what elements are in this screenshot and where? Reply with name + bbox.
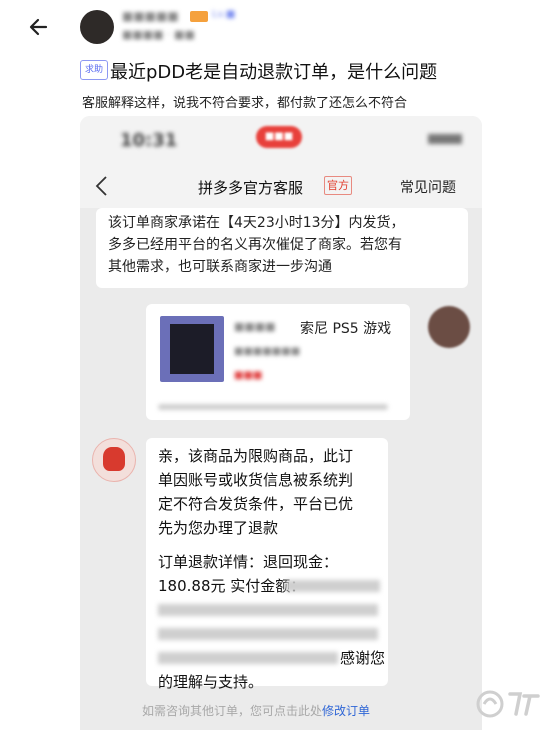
modify-order-link[interactable]: 修改订单 bbox=[322, 704, 370, 718]
user-avatar bbox=[428, 306, 470, 348]
product-image bbox=[160, 316, 224, 382]
back-arrow-icon[interactable] bbox=[24, 12, 54, 42]
reply-line: 定不符合发货条件，平台已优 bbox=[158, 495, 354, 513]
jiuyou-logo-icon bbox=[476, 684, 546, 724]
notice-bubble: 该订单商家承诺在【4天23小时13分】内发货， 多多已经用平台的名义再次催促了商… bbox=[96, 208, 468, 288]
reply-line: 单因账号或收货信息被系统判 bbox=[158, 471, 354, 489]
reply-line: 180.88元 实付金额： bbox=[158, 577, 306, 595]
reply-bubble: 亲，该商品为限购商品，此订 单因账号或收货信息被系统判 定不符合发货条件，平台已… bbox=[146, 438, 388, 691]
notice-line: 多多已经用平台的名义再次催促了商家。若您有 bbox=[108, 237, 402, 253]
notice-line: 该订单商家承诺在【4天23小时13分】内发货， bbox=[108, 215, 405, 231]
footer-hint: 如需咨询其他订单，您可点击此处修改订单 bbox=[142, 702, 370, 719]
product-store-name: ■■■■ bbox=[234, 320, 276, 333]
faq-link[interactable]: 常见问题 bbox=[400, 177, 456, 197]
product-order-info bbox=[154, 398, 404, 416]
reply-line: 先为您办理了退款 bbox=[158, 519, 279, 537]
reply-line: 的理解与支持。 bbox=[158, 673, 264, 691]
author-level: Lv.■ bbox=[212, 9, 236, 20]
status-time: 10:31 bbox=[120, 130, 178, 151]
notice-line: 其他需求，也可联系商家进一步沟通 bbox=[108, 259, 332, 275]
redacted-block bbox=[158, 628, 378, 640]
chat-screenshot: 10:31 ■■■ 拼多多官方客服 官方 常见问题 该订单商家承诺在【4天23小… bbox=[80, 116, 482, 730]
redacted-block bbox=[158, 604, 378, 616]
product-spec: ■■■■■■■ bbox=[234, 346, 301, 357]
chevron-left-icon[interactable] bbox=[92, 174, 112, 198]
redacted-block bbox=[286, 580, 380, 592]
product-title: 索尼 PS5 游戏 bbox=[300, 321, 392, 337]
reply-line: 订单退款详情：退回现金： bbox=[158, 553, 339, 571]
chat-title: 拼多多官方客服 bbox=[198, 179, 304, 197]
official-tag: 官方 bbox=[324, 176, 352, 195]
author-meta: ■■■■ · ■■ bbox=[122, 28, 195, 41]
post-tag: 求助 bbox=[80, 60, 109, 80]
reply-line: 亲，该商品为限购商品，此订 bbox=[158, 447, 354, 465]
status-pill: ■■■ bbox=[256, 126, 302, 148]
redacted-block bbox=[158, 652, 338, 664]
post-title: 最近pDD老是自动退款订单，是什么问题 bbox=[110, 62, 438, 83]
post-subtitle: 客服解释这样，说我不符合要求，都付款了还怎么不符合 bbox=[82, 96, 408, 111]
author-avatar[interactable] bbox=[80, 10, 114, 44]
service-avatar bbox=[92, 438, 136, 482]
author-badge bbox=[190, 11, 208, 22]
footer-hint-text: 如需咨询其他订单，您可点击此处 bbox=[142, 704, 323, 718]
product-price: ■■■ bbox=[234, 370, 263, 381]
author-name[interactable]: ■■■■■ bbox=[122, 9, 179, 25]
reply-line: 感谢您 bbox=[340, 649, 386, 667]
signal-icon bbox=[428, 134, 462, 144]
